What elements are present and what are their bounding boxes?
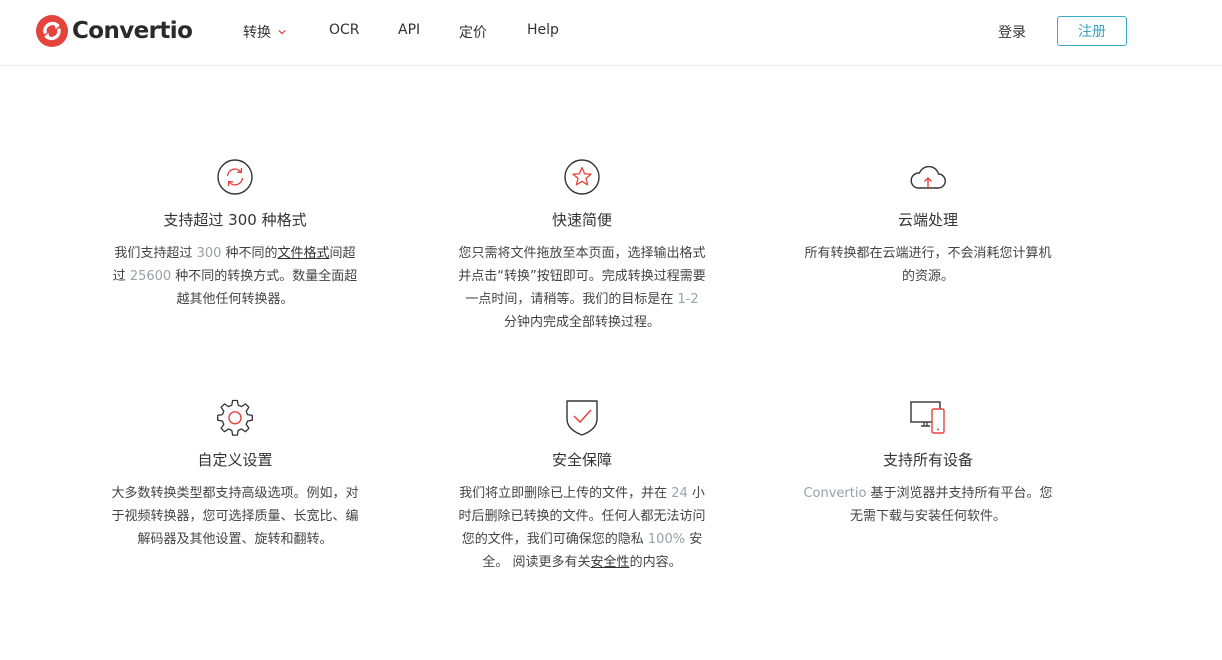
nav-pricing-label: 定价 xyxy=(459,25,487,41)
chevron-down-icon xyxy=(278,29,286,35)
text: 所有转换都在云端进行，不会消耗您计算机的资源。 xyxy=(804,246,1052,284)
feature-description: 所有转换都在云端进行，不会消耗您计算机的资源。 xyxy=(803,242,1053,288)
gear-icon xyxy=(217,399,253,436)
text: 我们将立即删除已上传的文件，并在 xyxy=(459,486,672,501)
feature-security: 安全保障 我们将立即删除已上传的文件，并在 24 小时后删除已转换的文件。任何人… xyxy=(457,397,707,574)
devices-icon xyxy=(910,401,945,434)
text: 大多数转换类型都支持高级选项。例如，对于视频转换器，您可选择质量、长宽比、编解码… xyxy=(111,486,359,547)
feature-fast-easy: 快速简便 您只需将文件拖放至本页面，选择输出格式并点击“转换”按钮即可。完成转换… xyxy=(457,157,707,334)
feature-title: 支持超过 300 种格式 xyxy=(163,211,307,229)
feature-title: 云端处理 xyxy=(897,211,958,229)
feature-description: 我们支持超过 300 种不同的文件格式间超过 25600 种不同的转换方式。数量… xyxy=(110,242,360,311)
minutes-range: 1-2 xyxy=(677,292,699,307)
feature-title: 支持所有设备 xyxy=(882,451,973,469)
text: 的内容。 xyxy=(629,555,682,570)
feature-formats: 支持超过 300 种格式 我们支持超过 300 种不同的文件格式间超过 2560… xyxy=(110,157,360,311)
feature-description: 您只需将文件拖放至本页面，选择输出格式并点击“转换”按钮即可。完成转换过程需要一… xyxy=(457,242,707,334)
register-button[interactable]: 注册 xyxy=(1057,16,1127,46)
text: 我们支持超过 xyxy=(114,246,197,261)
feature-title: 安全保障 xyxy=(551,451,612,469)
text: 您只需将文件拖放至本页面，选择输出格式并点击“转换”按钮即可。完成转换过程需要一… xyxy=(458,246,706,307)
feature-description: 大多数转换类型都支持高级选项。例如，对于视频转换器，您可选择质量、长宽比、编解码… xyxy=(110,482,360,551)
text: 分钟内完成全部转换过程。 xyxy=(503,315,660,330)
hours-count: 24 xyxy=(671,486,688,501)
nav-help-label: Help xyxy=(527,22,559,38)
nav-api-label: API xyxy=(398,22,421,38)
privacy-percent: 100% xyxy=(647,532,686,547)
nav-api[interactable]: API xyxy=(398,22,420,38)
nav-ocr[interactable]: OCR xyxy=(329,22,360,38)
top-navbar: Convertio 转换 OCR API 定价 Help 登录 注册 xyxy=(0,0,1222,66)
login-link[interactable]: 登录 xyxy=(998,22,1026,42)
feature-all-devices: 支持所有设备 Convertio 基于浏览器并支持所有平台。您无需下载与安装任何… xyxy=(803,397,1053,528)
feature-cloud: 云端处理 所有转换都在云端进行，不会消耗您计算机的资源。 xyxy=(803,157,1053,288)
nav-ocr-label: OCR xyxy=(329,22,360,38)
cloud-upload-icon xyxy=(910,165,946,189)
text: 种不同的 xyxy=(221,246,278,261)
feature-description: 我们将立即删除已上传的文件，并在 24 小时后删除已转换的文件。任何人都无法访问… xyxy=(457,482,707,574)
shield-check-icon xyxy=(566,400,598,436)
refresh-icon xyxy=(217,159,253,195)
brand-mention: Convertio xyxy=(803,486,867,501)
nav-help[interactable]: Help xyxy=(527,22,559,38)
feature-description: Convertio 基于浏览器并支持所有平台。您无需下载与安装任何软件。 xyxy=(803,482,1053,528)
text: 基于浏览器并支持所有平台。您无需下载与安装任何软件。 xyxy=(849,486,1053,524)
feature-title: 快速简便 xyxy=(551,211,612,229)
nav-convert-label: 转换 xyxy=(243,25,271,41)
format-count: 300 xyxy=(196,246,222,261)
convertio-logo-icon xyxy=(36,15,68,47)
feature-title: 自定义设置 xyxy=(197,451,273,469)
security-link[interactable]: 安全性 xyxy=(591,555,630,570)
brand-name: Convertio xyxy=(72,18,193,44)
file-formats-link[interactable]: 文件格式 xyxy=(278,246,330,261)
text: 种不同的转换方式。数量全面超越其他任何转换器。 xyxy=(171,269,358,307)
feature-custom-settings: 自定义设置 大多数转换类型都支持高级选项。例如，对于视频转换器，您可选择质量、长… xyxy=(110,397,360,551)
conversion-count: 25600 xyxy=(129,269,172,284)
nav-convert[interactable]: 转换 xyxy=(243,22,286,42)
star-icon xyxy=(564,159,600,195)
convertio-logo[interactable]: Convertio xyxy=(36,15,193,47)
nav-pricing[interactable]: 定价 xyxy=(459,22,487,42)
